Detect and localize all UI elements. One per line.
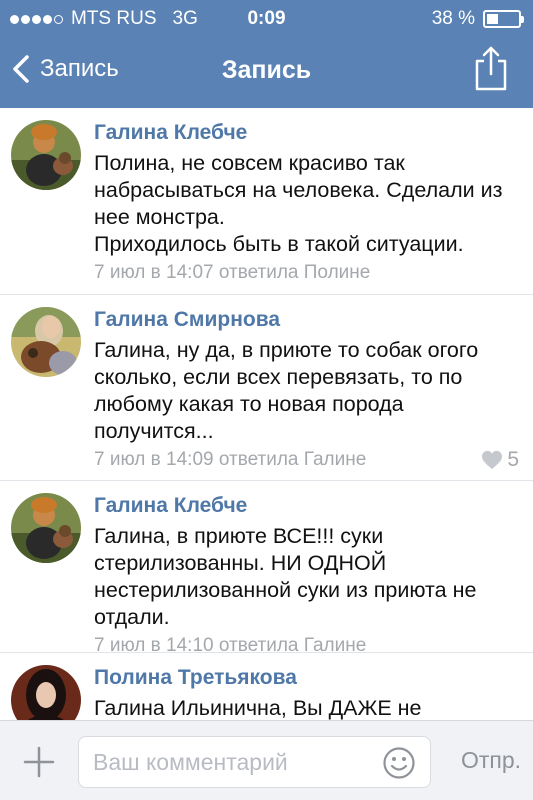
header: MTS RUS 3G 0:09 38 % Запись Запись (0, 0, 533, 108)
battery-icon (483, 10, 524, 28)
comment-input-bar: Отпр. (0, 720, 533, 800)
comment-field (78, 736, 431, 788)
comment-body: Галина Клебче Полина, не совсем красиво … (94, 120, 519, 286)
heart-icon (482, 450, 503, 470)
comment-item: Галина Клебче Полина, не совсем красиво … (0, 108, 533, 295)
comment-text: Полина, не совсем красиво так набрасыват… (94, 151, 503, 256)
status-bar: MTS RUS 3G 0:09 38 % (0, 0, 533, 36)
comment-item: Галина Смирнова Галина, ну да, в приюте … (0, 295, 533, 481)
battery-fill (487, 14, 498, 24)
smiley-icon[interactable] (382, 746, 416, 780)
avatar[interactable] (11, 307, 81, 377)
avatar[interactable] (11, 493, 81, 563)
nav-bar: Запись Запись (0, 36, 533, 108)
comment-body: Галина Клебче Галина, в приюте ВСЕ!!! су… (94, 493, 519, 659)
comment-meta[interactable]: 7 июл в 14:07 ответила Полине (94, 260, 519, 286)
battery-percent: 38 % (431, 8, 475, 29)
send-button[interactable]: Отпр. (461, 747, 521, 774)
comment-text: Галина Ильинична, Вы ДАЖЕ не (94, 696, 422, 720)
page-title: Запись (221, 56, 312, 84)
comment-author[interactable]: Галина Клебче (94, 493, 519, 519)
avatar[interactable] (11, 665, 81, 720)
comment-author[interactable]: Галина Смирнова (94, 307, 519, 333)
comment-body: Полина Третьякова Галина Ильинична, Вы Д… (94, 665, 519, 720)
share-icon[interactable] (473, 44, 509, 92)
status-right: 38 % (431, 8, 524, 30)
plus-icon[interactable] (22, 745, 56, 779)
comment-item: Галина Клебче Галина, в приюте ВСЕ!!! су… (0, 481, 533, 656)
comment-body: Галина Смирнова Галина, ну да, в приюте … (94, 307, 519, 473)
comment-item: Полина Третьякова Галина Ильинична, Вы Д… (0, 653, 533, 720)
avatar[interactable] (11, 120, 81, 190)
comments-feed[interactable]: Галина Клебче Полина, не совсем красиво … (0, 108, 533, 720)
comment-text: Галина, ну да, в приюте то собак огого с… (94, 338, 479, 443)
comment-text: Галина, в приюте ВСЕ!!! суки стерилизова… (94, 524, 477, 629)
comment-meta-text[interactable]: 7 июл в 14:09 ответила Галине (94, 449, 366, 470)
comment-meta: 7 июл в 14:09 ответила Галине 5 (94, 447, 519, 473)
comment-author[interactable]: Галина Клебче (94, 120, 519, 146)
like-button[interactable]: 5 (481, 447, 519, 473)
comment-author[interactable]: Полина Третьякова (94, 665, 519, 691)
comment-input[interactable] (93, 747, 383, 777)
like-count: 5 (507, 448, 519, 471)
